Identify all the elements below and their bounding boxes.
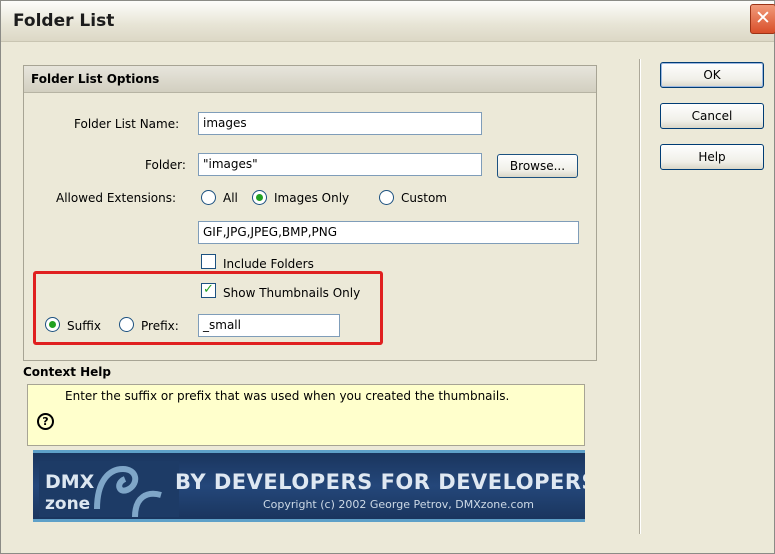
- folder-input[interactable]: "images": [198, 153, 482, 176]
- ext-all-radio[interactable]: [201, 190, 216, 205]
- highlight-box: [33, 271, 383, 345]
- context-help-box: ? Enter the suffix or prefix that was us…: [27, 384, 585, 446]
- include-folders-checkbox[interactable]: [201, 254, 216, 269]
- dmxzone-logo: DMX zone: [39, 461, 179, 517]
- window-title: Folder List: [13, 11, 115, 31]
- banner-tagline: BY DEVELOPERS FOR DEVELOPERS: [175, 470, 585, 494]
- allowed-extensions-label: Allowed Extensions:: [56, 191, 177, 205]
- help-button[interactable]: Help: [660, 144, 764, 170]
- ext-images-only-radio[interactable]: [252, 190, 267, 205]
- context-help-title: Context Help: [23, 365, 112, 379]
- title-bar: Folder List ✕: [1, 1, 775, 42]
- close-button[interactable]: ✕: [750, 4, 775, 34]
- question-icon: ?: [37, 413, 54, 430]
- context-help-text: Enter the suffix or prefix that was used…: [65, 389, 510, 403]
- dmxzone-banner: DMX zone BY DEVELOPERS FOR DEVELOPERS Co…: [33, 450, 585, 522]
- ext-custom-radio[interactable]: [379, 190, 394, 205]
- folder-list-name-label: Folder List Name:: [74, 117, 180, 131]
- vertical-separator: [639, 59, 641, 534]
- browse-button[interactable]: Browse...: [497, 154, 578, 178]
- include-folders-label: Include Folders: [223, 257, 314, 271]
- ext-all-label: All: [223, 191, 238, 205]
- folder-label: Folder:: [145, 158, 186, 172]
- close-icon: ✕: [755, 7, 771, 29]
- options-group-header: Folder List Options: [24, 66, 596, 93]
- options-group-title: Folder List Options: [31, 72, 160, 86]
- folder-list-name-input[interactable]: images: [198, 112, 482, 135]
- logo-top-text: DMX: [45, 471, 95, 493]
- extensions-input[interactable]: GIF,JPG,JPEG,BMP,PNG: [198, 221, 579, 244]
- logo-bottom-text: zone: [45, 494, 90, 514]
- folder-list-dialog: Folder List ✕ OK Cancel Help Folder List…: [0, 0, 775, 554]
- banner-copyright: Copyright (c) 2002 George Petrov, DMXzon…: [263, 498, 535, 511]
- ext-custom-label: Custom: [401, 191, 447, 205]
- ok-button[interactable]: OK: [660, 62, 764, 88]
- cancel-button[interactable]: Cancel: [660, 103, 764, 129]
- ext-images-only-label: Images Only: [274, 191, 350, 205]
